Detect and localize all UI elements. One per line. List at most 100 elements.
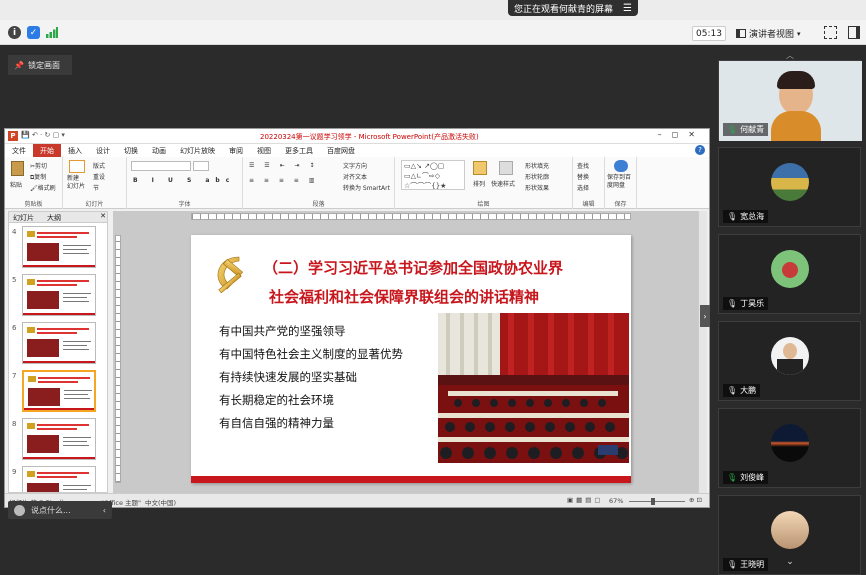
participant-name: 何献青 xyxy=(740,125,765,134)
menu-item[interactable]: 幻灯片放映 xyxy=(173,144,222,157)
menu-icon[interactable]: ☰ xyxy=(623,3,632,14)
language: 中文(中国) xyxy=(145,499,177,507)
participant-tile[interactable]: 🎙 大鹏 xyxy=(718,321,861,401)
shape-outline-button[interactable]: 形状轮廓 xyxy=(525,172,549,181)
format-painter-button[interactable]: 🖌格式刷 xyxy=(30,183,56,192)
group-save: 保存到百 度网盘 保存 xyxy=(605,157,637,209)
window-controls[interactable]: –◻✕ xyxy=(658,130,705,139)
participant-name: 王晓明 xyxy=(740,560,765,569)
participants-expand-icon[interactable]: ⌄ xyxy=(783,557,797,567)
new-slide-button[interactable]: 新建 幻灯片 xyxy=(67,175,85,191)
chevron-left-icon[interactable]: ‹ xyxy=(103,506,106,515)
group-label: 幻灯片 xyxy=(85,201,104,208)
slide-thumbnail[interactable] xyxy=(22,418,96,460)
slide-thumbnail[interactable] xyxy=(22,274,96,316)
paste-icon[interactable] xyxy=(11,161,24,176)
replace-button[interactable]: 替换 xyxy=(577,172,589,181)
tab-outline[interactable]: 大纲 xyxy=(47,213,61,223)
zoom-slider[interactable] xyxy=(629,498,685,505)
thumbnail-number: 7 xyxy=(12,372,17,380)
smartart-button[interactable]: 转换为 SmartArt xyxy=(343,183,390,192)
participant-tile[interactable]: 🎙 刘俊峰 xyxy=(718,408,861,488)
menu-item[interactable]: 开始 xyxy=(33,144,61,157)
chat-input-bar[interactable]: 说点什么... ‹ xyxy=(8,501,112,519)
menu-item[interactable]: 审阅 xyxy=(222,144,250,157)
zoom-slider-handle[interactable] xyxy=(651,498,655,505)
shapes-gallery[interactable]: ▭△↘ ↗◯▢ ▭△∟⌒⇨◇ ☆⌒⌒⌒{}★ xyxy=(401,160,465,190)
fit-window-icon[interactable]: ⊕ ⊡ xyxy=(689,496,702,504)
menu-item[interactable]: 切换 xyxy=(117,144,145,157)
shield-icon[interactable]: ✓ xyxy=(27,26,40,39)
participant-tile[interactable]: 🎙 何献青 xyxy=(718,60,862,141)
close-icon[interactable]: ✕ xyxy=(100,212,106,220)
new-slide-icon[interactable] xyxy=(69,160,85,173)
chevron-right-icon[interactable]: › xyxy=(700,305,710,327)
participant-tile[interactable]: 🎙 宽总海 xyxy=(718,147,861,227)
chat-icon xyxy=(14,504,25,516)
meeting-timer: 05:13 xyxy=(692,26,726,41)
lock-screen-button[interactable]: 📌 锁定画面 xyxy=(8,55,72,75)
section-button[interactable]: 节 xyxy=(93,183,99,192)
font-name-select[interactable] xyxy=(131,161,191,171)
slide-thumbnail[interactable] xyxy=(22,226,96,268)
participant-name-tag: 🎙 宽总海 xyxy=(723,210,769,223)
shape-fill-button[interactable]: 形状填充 xyxy=(525,161,549,170)
list-buttons[interactable]: ☰ ☰ ⇤ ⇥ ↕ xyxy=(249,162,318,169)
quick-styles-button[interactable]: 快速样式 xyxy=(491,179,515,188)
baidu-cloud-icon[interactable] xyxy=(614,160,628,172)
arrange-button[interactable]: 排列 xyxy=(473,179,485,188)
menu-item[interactable]: 动画 xyxy=(145,144,173,157)
menu-item[interactable]: 更多工具 xyxy=(278,144,320,157)
menu-item[interactable]: 视图 xyxy=(250,144,278,157)
view-mode-dropdown[interactable]: 演讲者视图 ▾ xyxy=(736,26,816,41)
menu-item[interactable]: 插入 xyxy=(61,144,89,157)
arrange-icon[interactable] xyxy=(473,161,487,175)
quick-styles-icon[interactable] xyxy=(499,161,513,175)
group-label: 绘图 xyxy=(477,201,490,208)
ppt-logo-icon: P xyxy=(8,131,18,141)
ribbon: 粘贴 ✂剪切 ⧉复制 🖌格式刷 剪贴板 新建 幻灯片 版式 重设 节 幻灯片 B… xyxy=(5,157,709,209)
layout-button[interactable]: 版式 xyxy=(93,161,105,170)
signal-icon[interactable] xyxy=(46,27,58,38)
help-icon[interactable]: ? xyxy=(695,145,705,155)
align-buttons[interactable]: ≡ ≡ ≡ ≡ ▥ xyxy=(249,177,318,184)
font-style-buttons[interactable]: B I U S abc xyxy=(133,177,235,184)
reset-button[interactable]: 重设 xyxy=(93,172,105,181)
participants-collapse-icon[interactable]: ︿ xyxy=(783,52,797,60)
participant-tile[interactable]: 🎙 丁昊乐 xyxy=(718,234,861,314)
menu-item[interactable]: 设计 xyxy=(89,144,117,157)
menu-item[interactable]: 文件 xyxy=(5,144,33,157)
slide[interactable]: （二）学习习近平总书记参加全国政协农业界 社会福利和社会保障界联组会的讲话精神 … xyxy=(191,235,631,483)
tab-slides[interactable]: 幻灯片 xyxy=(13,213,34,223)
select-button[interactable]: 选择 xyxy=(577,183,589,192)
info-icon[interactable]: i xyxy=(8,26,21,39)
menu-item[interactable]: 百度网盘 xyxy=(320,144,362,157)
horizontal-ruler xyxy=(191,213,631,220)
microphone-icon: 🎙 xyxy=(727,212,738,221)
ppt-titlebar: P 💾 ↶ · ↻ ▢ ▾ 20220324第一议题学习领学 - Microso… xyxy=(5,129,709,144)
participant-name: 大鹏 xyxy=(740,386,757,395)
group-drawing: ▭△↘ ↗◯▢ ▭△∟⌒⇨◇ ☆⌒⌒⌒{}★ 排列 快速样式 形状填充 形状轮廓 形… xyxy=(395,157,573,209)
slide-thumbnail[interactable] xyxy=(22,322,96,364)
share-banner-text: 您正在观看何献青的屏幕 xyxy=(514,4,614,15)
vertical-scrollbar[interactable] xyxy=(698,211,707,493)
save-to-baidu-button[interactable]: 保存到百 度网盘 xyxy=(607,174,631,190)
find-button[interactable]: 查找 xyxy=(577,161,589,170)
shape-effects-button[interactable]: 形状效果 xyxy=(525,183,549,192)
align-text-button[interactable]: 对齐文本 xyxy=(343,172,367,181)
thumbnail-number: 8 xyxy=(12,420,17,428)
participant-name: 宽总海 xyxy=(740,212,765,221)
sidebar-toggle-icon[interactable] xyxy=(848,26,860,39)
conference-photo xyxy=(438,313,629,463)
view-buttons[interactable]: ▣▦▤▢ xyxy=(567,496,604,504)
text-direction-button[interactable]: 文字方向 xyxy=(343,161,367,170)
copy-button[interactable]: ⧉复制 xyxy=(30,172,46,182)
paste-button[interactable]: 粘贴 xyxy=(10,180,22,189)
thumbnail-number: 9 xyxy=(12,468,17,476)
slide-thumbnail[interactable] xyxy=(22,370,96,412)
slide-thumbnail[interactable] xyxy=(22,466,96,492)
cut-button[interactable]: ✂剪切 xyxy=(30,161,47,170)
fullscreen-icon[interactable] xyxy=(824,26,837,39)
quick-access-icons[interactable]: 💾 ↶ · ↻ ▢ ▾ xyxy=(21,131,65,139)
font-size-select[interactable] xyxy=(193,161,209,171)
